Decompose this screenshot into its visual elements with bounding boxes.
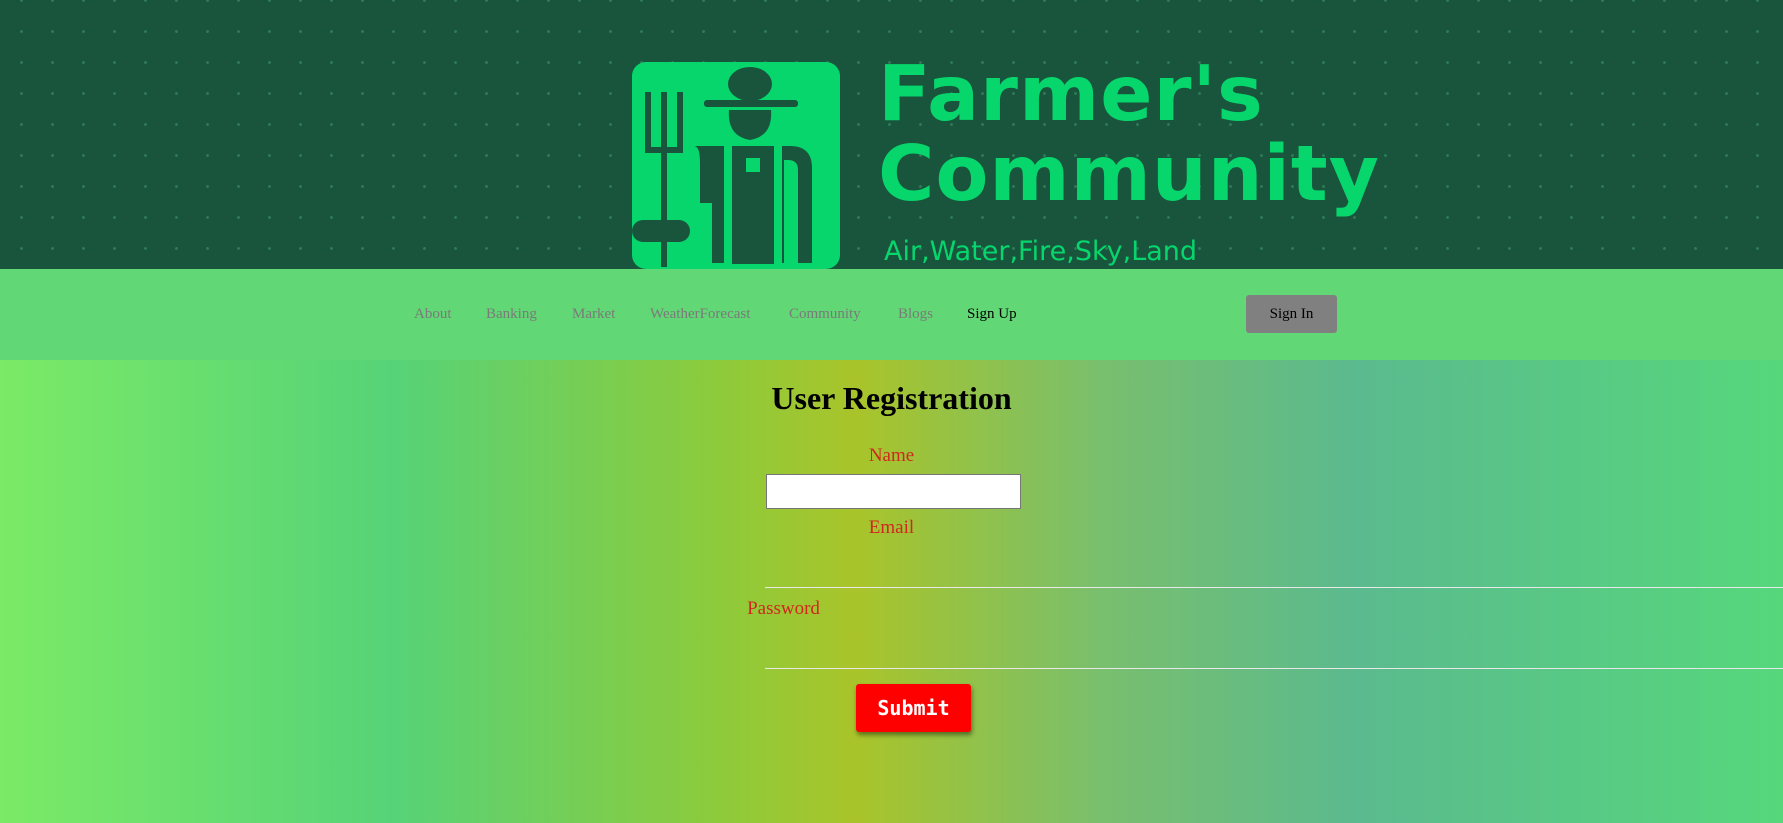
nav-link-community[interactable]: Community [789,305,861,323]
brand-tagline: Air,Water,Fire,Sky,Land [884,236,1198,267]
header-banner: Farmer's Community Air,Water,Fire,Sky,La… [0,0,1783,269]
email-label: Email [868,517,915,538]
nav-link-market[interactable]: Market [572,305,615,323]
sign-in-button[interactable]: Sign In [1246,295,1337,333]
nav-link-weather-forecast[interactable]: WeatherForecast [650,305,750,323]
nav-link-sign-up[interactable]: Sign Up [967,305,1017,323]
page-title: User Registration [771,380,1012,416]
farmer-logo-icon [632,62,840,269]
nav-link-banking[interactable]: Banking [486,305,537,323]
name-input[interactable] [766,474,1021,509]
main-navbar [0,269,1783,360]
name-label: Name [868,445,915,466]
brand-title-line1: Farmer's [878,50,1264,139]
email-input[interactable] [765,554,1783,588]
password-input[interactable] [765,635,1783,669]
brand-title-line2: Community [878,130,1380,219]
password-label: Password [747,598,820,619]
nav-link-blogs[interactable]: Blogs [898,305,933,323]
nav-link-about[interactable]: About [414,305,452,323]
submit-button[interactable]: Submit [856,684,971,732]
